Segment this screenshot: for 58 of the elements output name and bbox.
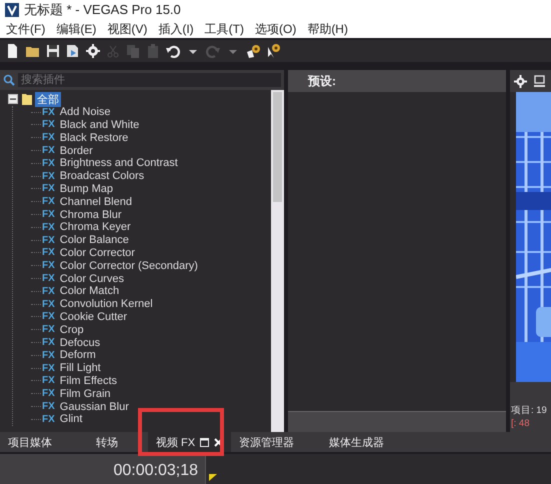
tree-item[interactable]: FX Brightness and Contrast	[31, 156, 271, 170]
tree-item[interactable]: FX Black and White	[31, 118, 271, 132]
settings-icon[interactable]	[514, 74, 527, 88]
menu-item[interactable]: 视图(V)	[105, 20, 156, 38]
tree-item[interactable]: FX Deform	[31, 348, 271, 362]
tree-item[interactable]: FX Cookie Cutter	[31, 310, 271, 324]
tree-item[interactable]: FX Color Corrector (Secondary)	[31, 259, 271, 272]
tree-item[interactable]: FX Defocus	[31, 336, 271, 349]
tree-item[interactable]: FX Black Restore	[31, 131, 271, 144]
tree-item[interactable]: FX Bump Map	[31, 182, 271, 196]
cursor-question-icon[interactable]	[265, 43, 281, 59]
menu-item[interactable]: 文件(F)	[4, 20, 54, 38]
collapse-toggle-icon[interactable]	[8, 94, 18, 104]
tree-item[interactable]: FX Fill Light	[31, 362, 271, 375]
tree-item[interactable]: FX Crop	[31, 323, 271, 336]
maximize-icon[interactable]	[200, 438, 210, 446]
tree-item[interactable]: FX Color Balance	[31, 234, 271, 247]
presets-label: 预设:	[288, 70, 506, 92]
tree-item[interactable]: FX Color Curves	[31, 272, 271, 285]
document-play-icon[interactable]	[65, 43, 81, 59]
search-field[interactable]: 搜索插件	[18, 73, 281, 87]
playhead-marker-icon[interactable]	[209, 474, 217, 481]
timecode: 00:00:03;18	[0, 454, 205, 484]
tree-item[interactable]: FX Border	[31, 144, 271, 157]
tree-item[interactable]: FX Broadcast Colors	[31, 170, 271, 183]
menu-item[interactable]: 选项(O)	[252, 20, 306, 38]
tree-item[interactable]: FX Film Grain	[31, 387, 271, 400]
tree-item[interactable]: 全部	[35, 92, 61, 107]
app-logo-icon	[5, 3, 19, 17]
menu-item[interactable]: 帮助(H)	[305, 20, 357, 38]
pointer-question-icon[interactable]	[245, 43, 261, 59]
tree-item[interactable]: FX Channel Blend	[31, 195, 271, 208]
menu-item[interactable]: 工具(T)	[202, 20, 253, 38]
folder-icon	[22, 93, 32, 106]
tree-item[interactable]: FX Glint	[31, 412, 271, 426]
tree-item[interactable]: FX Add Noise	[31, 106, 271, 119]
tree-item[interactable]: FX Color Match	[31, 284, 271, 298]
frame-info: [: 48	[511, 417, 530, 430]
gear-icon[interactable]	[85, 43, 101, 59]
project-info: 项目: 19	[511, 404, 548, 417]
menu-item[interactable]: 编辑(E)	[54, 20, 106, 38]
menu-item[interactable]: 插入(I)	[156, 20, 203, 38]
panel-tab[interactable]: 媒体生成器	[321, 432, 422, 452]
tree-item[interactable]: FX Chroma Keyer	[31, 220, 271, 234]
panel-tab[interactable]: 资源管理器	[231, 432, 322, 452]
panel-tab[interactable]: 转场	[88, 432, 148, 452]
tree-item[interactable]: FX Gaussian Blur	[31, 400, 271, 413]
tree-item[interactable]: FX Chroma Blur	[31, 208, 271, 221]
tree-item[interactable]: FX Color Corrector	[31, 246, 271, 260]
panel-tab[interactable]: 视频 FX	[148, 432, 232, 452]
tree-item[interactable]: FX Film Effects	[31, 374, 271, 388]
search-icon	[3, 74, 15, 86]
tree-item[interactable]: FX Convolution Kernel	[31, 298, 271, 311]
panel-tab[interactable]: 项目媒体	[0, 432, 88, 452]
window-title: 无标题 * - VEGAS Pro 15.0	[24, 1, 181, 19]
monitor-icon[interactable]	[533, 74, 546, 88]
scrollbar[interactable]	[271, 90, 284, 432]
undo-icon[interactable]	[165, 43, 181, 59]
